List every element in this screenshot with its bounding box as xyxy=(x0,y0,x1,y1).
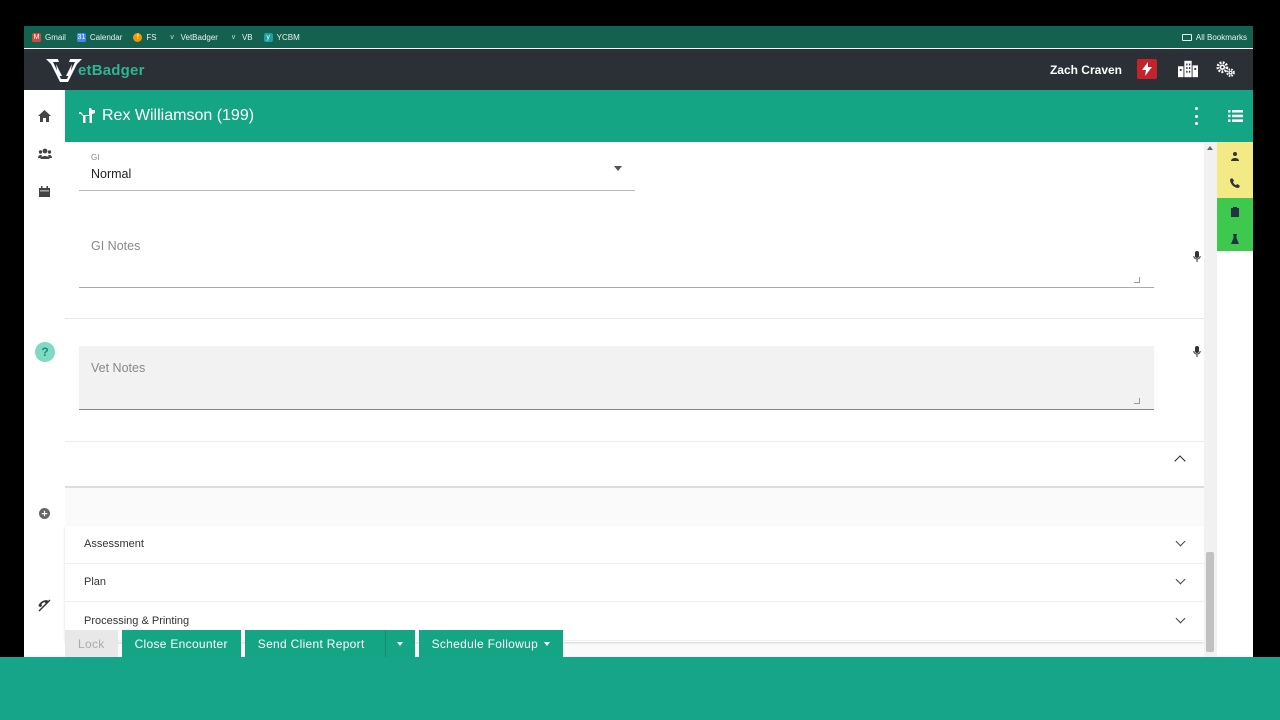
send-client-report-split: Send Client Report xyxy=(244,630,415,657)
user-name[interactable]: Zach Craven xyxy=(1050,63,1122,77)
clients-icon[interactable] xyxy=(37,146,52,161)
resize-handle-icon[interactable] xyxy=(1134,277,1140,283)
vetbadger-logo[interactable]: etBadger xyxy=(44,55,145,85)
send-client-report-button[interactable]: Send Client Report xyxy=(244,630,385,657)
list-menu-icon[interactable] xyxy=(1217,90,1253,142)
bookmark-gmail[interactable]: M Gmail xyxy=(32,32,66,42)
microphone-icon[interactable] xyxy=(1193,251,1201,263)
lightning-icon[interactable] xyxy=(1137,59,1157,79)
dog-icon xyxy=(79,108,95,123)
more-options-icon[interactable] xyxy=(1195,107,1199,125)
scroll-up-arrow-icon[interactable] xyxy=(1207,146,1213,150)
bookmark-label: Gmail xyxy=(45,32,66,42)
help-icon[interactable]: ? xyxy=(35,342,55,362)
fs-icon: f xyxy=(133,32,143,42)
accordion-item-plan[interactable]: Plan xyxy=(65,564,1204,602)
ycbm-icon: y xyxy=(263,32,273,42)
chevron-down-icon xyxy=(1175,536,1186,547)
schedule-followup-button[interactable]: Schedule Followup xyxy=(418,630,564,657)
gi-notes-field[interactable]: GI Notes xyxy=(91,239,140,253)
bookmark-vetbadger[interactable]: v VetBadger xyxy=(168,33,218,42)
badger-logo-icon xyxy=(46,59,82,82)
select-underline xyxy=(79,190,635,191)
resize-handle-icon[interactable] xyxy=(1134,398,1140,404)
logo-text: etBadger xyxy=(78,61,145,79)
rail-yellow-section xyxy=(1217,142,1253,198)
lock-button[interactable]: Lock xyxy=(65,630,118,657)
rail-green-section xyxy=(1217,198,1253,251)
accordion-label: Plan xyxy=(84,576,107,588)
accordion-label: Processing & Printing xyxy=(84,615,190,627)
accordion: Assessment Plan Processing & Printing xyxy=(65,526,1204,642)
folder-icon xyxy=(1181,33,1192,41)
caret-down-icon xyxy=(544,641,551,646)
vb-icon: v xyxy=(231,33,236,41)
clipboard-icon[interactable] xyxy=(1230,207,1240,217)
accordion-label: Assessment xyxy=(84,538,144,550)
patient-header: Rex Williamson (199) xyxy=(65,90,1217,142)
phone-icon[interactable] xyxy=(1230,178,1240,188)
flask-icon[interactable] xyxy=(1230,234,1240,244)
accordion-item-assessment[interactable]: Assessment xyxy=(65,526,1204,564)
vet-notes-placeholder: Vet Notes xyxy=(91,361,146,375)
collapse-section-row[interactable] xyxy=(65,441,1204,488)
left-sidebar: ? xyxy=(24,90,65,657)
chevron-down-icon xyxy=(1175,613,1186,624)
browser-frame: M Gmail 31 Calendar f FS v VetBadger v V… xyxy=(24,26,1253,657)
bookmark-label: YCBM xyxy=(276,32,300,42)
bookmark-vb[interactable]: v VB xyxy=(229,33,253,42)
bottom-band xyxy=(0,657,1280,720)
chevron-up-icon[interactable] xyxy=(1174,455,1186,467)
vetbadger-icon: v xyxy=(170,33,174,41)
settings-gears-icon[interactable] xyxy=(1216,59,1236,79)
vertical-scrollbar[interactable] xyxy=(1204,142,1217,657)
send-report-dropdown-button[interactable] xyxy=(384,630,415,657)
gi-notes-underline xyxy=(79,287,1154,288)
gi-select[interactable]: Normal xyxy=(91,167,131,181)
phone-off-icon[interactable] xyxy=(37,598,52,613)
caret-down-icon xyxy=(397,641,404,646)
close-encounter-button[interactable]: Close Encounter xyxy=(121,630,241,657)
calendar-icon: 31 xyxy=(76,32,86,42)
bookmark-calendar[interactable]: 31 Calendar xyxy=(76,32,123,42)
action-bar: Lock Close Encounter Send Client Report … xyxy=(65,630,567,657)
encounter-content: GI Normal GI Notes Vet Notes Assessment … xyxy=(65,142,1204,657)
all-bookmarks-label: All Bookmarks xyxy=(1195,32,1247,42)
bookmark-label: VetBadger xyxy=(180,32,218,42)
calendar-icon[interactable] xyxy=(37,184,52,199)
patient-name: Rex Williamson (199) xyxy=(102,107,255,124)
buildings-icon[interactable] xyxy=(1178,59,1198,79)
vet-notes-field[interactable]: Vet Notes xyxy=(79,346,1154,410)
microphone-icon[interactable] xyxy=(1193,346,1201,358)
schedule-followup-label: Schedule Followup xyxy=(431,636,539,651)
doctor-icon[interactable] xyxy=(1230,151,1240,161)
bookmark-fs[interactable]: f FS xyxy=(133,32,157,42)
bookmark-label: Calendar xyxy=(89,32,123,42)
app-header: etBadger Zach Craven xyxy=(24,49,1253,90)
dropdown-caret-icon[interactable] xyxy=(614,166,622,171)
add-circle-icon[interactable] xyxy=(37,506,52,521)
bookmark-ycbm[interactable]: y YCBM xyxy=(263,32,300,42)
chevron-down-icon xyxy=(1175,574,1186,585)
gi-section: GI Normal GI Notes xyxy=(65,142,1204,318)
all-bookmarks[interactable]: All Bookmarks xyxy=(1181,26,1247,48)
gmail-icon: M xyxy=(32,32,41,42)
home-icon[interactable] xyxy=(37,108,52,123)
scroll-thumb[interactable] xyxy=(1206,552,1214,652)
bookmark-label: VB xyxy=(241,32,253,42)
vet-notes-section: Vet Notes xyxy=(65,319,1204,441)
gi-label: GI xyxy=(91,153,100,162)
bookmark-label: FS xyxy=(146,32,157,42)
bookmarks-bar: M Gmail 31 Calendar f FS v VetBadger v V… xyxy=(24,26,1253,48)
